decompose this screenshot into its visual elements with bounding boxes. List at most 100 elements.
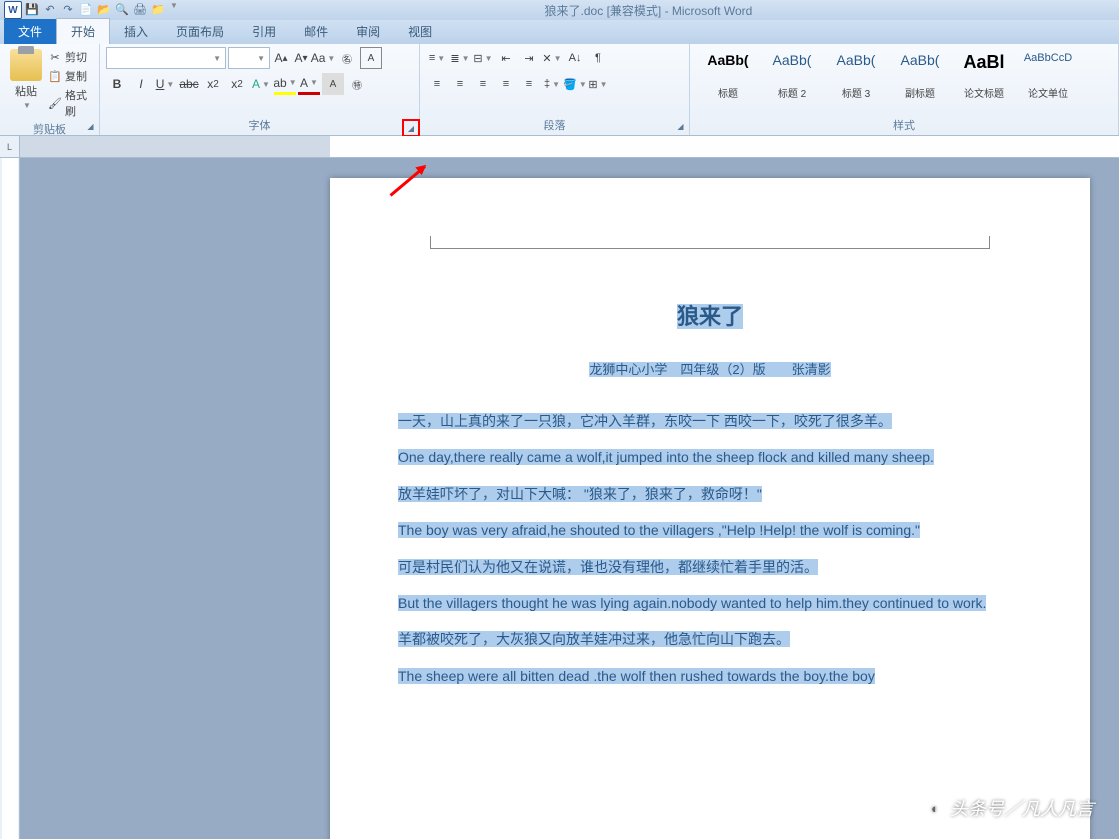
doc-paragraph[interactable]: The boy was very afraid,he shouted to th… xyxy=(370,512,1050,548)
shrink-font-button[interactable]: A▾ xyxy=(292,47,310,69)
document-area: 狼来了 龙狮中心小学 四年级（2）版 张清影 一天，山上真的来了一只狼，它冲入羊… xyxy=(0,158,1119,839)
format-painter-icon: 🖌 xyxy=(48,96,62,110)
subscript-button[interactable]: x2 xyxy=(202,73,224,95)
tab-mailings[interactable]: 邮件 xyxy=(290,19,342,44)
decrease-indent-button[interactable]: ⇤ xyxy=(495,47,517,69)
ruler-horizontal: L xyxy=(0,136,1119,158)
quick-access-toolbar: W 💾 ↶ ↷ 📄 📂 🔍 🖨 📁 ▼ xyxy=(0,1,178,19)
document-viewport[interactable]: 狼来了 龙狮中心小学 四年级（2）版 张清影 一天，山上真的来了一只狼，它冲入羊… xyxy=(20,158,1119,839)
distribute-button[interactable]: ≡ xyxy=(518,73,540,95)
copy-button[interactable]: 📋复制 xyxy=(48,68,93,84)
borders-button[interactable]: ⊞▼ xyxy=(587,73,609,95)
doc-paragraph[interactable]: 羊都被咬死了，大灰狼又向放羊娃冲过来，他急忙向山下跑去。 xyxy=(370,621,1050,657)
bold-button[interactable]: B xyxy=(106,73,128,95)
doc-subtitle[interactable]: 龙狮中心小学 四年级（2）版 张清影 xyxy=(370,353,1050,387)
style-item[interactable]: AaBb(副标题 xyxy=(888,47,952,105)
italic-button[interactable]: I xyxy=(130,73,152,95)
bullets-button[interactable]: ≡▼ xyxy=(426,47,448,69)
multilevel-button[interactable]: ⊟▼ xyxy=(472,47,494,69)
document-body[interactable]: 狼来了 龙狮中心小学 四年级（2）版 张清影 一天，山上真的来了一只狼，它冲入羊… xyxy=(370,288,1050,694)
asian-layout-button[interactable]: ✕▼ xyxy=(541,47,563,69)
group-clipboard: 粘贴 ▼ ✂剪切 📋复制 🖌格式刷 剪贴板 ◢ xyxy=(0,44,100,135)
group-styles: AaBb(标题 AaBb(标题 2 AaBb(标题 3 AaBb(副标题 AaB… xyxy=(690,44,1119,135)
doc-paragraph[interactable]: 可是村民们认为他又在说谎，谁也没有理他，都继续忙着手里的活。 xyxy=(370,549,1050,585)
align-left-button[interactable]: ≡ xyxy=(426,73,448,95)
cut-button[interactable]: ✂剪切 xyxy=(48,49,93,65)
style-item[interactable]: AaBb(标题 2 xyxy=(760,47,824,105)
qat-dropdown-icon[interactable]: ▼ xyxy=(170,1,178,19)
doc-paragraph[interactable]: 放羊娃吓坏了，对山下大喊： "狼来了，狼来了，救命呀！" xyxy=(370,476,1050,512)
text-effects-button[interactable]: A▼ xyxy=(250,73,272,95)
enclose-chars-button[interactable]: ㊕ xyxy=(346,73,368,95)
font-size-combo[interactable]: ▼ xyxy=(228,47,270,69)
print-icon[interactable]: 🖨 xyxy=(132,1,148,17)
watermark-icon: ◐ xyxy=(924,797,946,819)
increase-indent-button[interactable]: ⇥ xyxy=(518,47,540,69)
doc-paragraph[interactable]: One day,there really came a wolf,it jump… xyxy=(370,439,1050,475)
style-item[interactable]: AaBb(标题 3 xyxy=(824,47,888,105)
doc-title[interactable]: 狼来了 xyxy=(370,288,1050,345)
char-border-button[interactable]: A xyxy=(360,47,382,69)
preview-icon[interactable]: 🔍 xyxy=(114,1,130,17)
paste-icon xyxy=(10,49,42,81)
title-bar: W 💾 ↶ ↷ 📄 📂 🔍 🖨 📁 ▼ 狼来了.doc [兼容模式] - Mic… xyxy=(0,0,1119,20)
ruler-h-track[interactable] xyxy=(330,136,1119,157)
paste-dropdown-icon[interactable]: ▼ xyxy=(23,101,31,110)
tab-references[interactable]: 引用 xyxy=(238,19,290,44)
superscript-button[interactable]: x2 xyxy=(226,73,248,95)
show-marks-button[interactable]: ¶ xyxy=(587,47,609,69)
strikethrough-button[interactable]: abc xyxy=(178,73,200,95)
align-center-button[interactable]: ≡ xyxy=(449,73,471,95)
tab-selector[interactable]: L xyxy=(0,136,20,158)
style-item[interactable]: AaBbCcD论文单位 xyxy=(1016,47,1080,105)
tab-file[interactable]: 文件 xyxy=(4,19,56,44)
format-painter-button[interactable]: 🖌格式刷 xyxy=(48,87,93,119)
ribbon-tabs: 文件 开始 插入 页面布局 引用 邮件 审阅 视图 xyxy=(0,20,1119,44)
tab-home[interactable]: 开始 xyxy=(56,18,110,44)
doc-paragraph[interactable]: But the villagers thought he was lying a… xyxy=(370,585,1050,621)
tab-view[interactable]: 视图 xyxy=(394,19,446,44)
ruler-vertical[interactable] xyxy=(0,158,20,839)
style-item[interactable]: AaBl论文标题 xyxy=(952,47,1016,105)
paste-button[interactable]: 粘贴 ▼ xyxy=(6,47,46,112)
underline-button[interactable]: U▼ xyxy=(154,73,176,95)
copy-icon: 📋 xyxy=(48,69,62,83)
style-item[interactable]: AaBb(标题 xyxy=(696,47,760,105)
group-font: ▼ ▼ A▴ A▾ Aa▼ ㊔ A B I U▼ abc x2 x2 A▼ ab… xyxy=(100,44,420,135)
tab-review[interactable]: 审阅 xyxy=(342,19,394,44)
app-icon: W xyxy=(4,1,22,19)
shading-button[interactable]: 🪣▼ xyxy=(564,73,586,95)
group-paragraph: ≡▼ ≣▼ ⊟▼ ⇤ ⇥ ✕▼ A↓ ¶ ≡ ≡ ≡ ≡ ≡ ‡▼ 🪣▼ ⊞▼ … xyxy=(420,44,690,135)
new-icon[interactable]: 📄 xyxy=(78,1,94,17)
phonetic-guide-button[interactable]: ㊔ xyxy=(336,47,358,69)
font-name-combo[interactable]: ▼ xyxy=(106,47,226,69)
undo-icon[interactable]: ↶ xyxy=(42,1,58,17)
document-page[interactable]: 狼来了 龙狮中心小学 四年级（2）版 张清影 一天，山上真的来了一只狼，它冲入羊… xyxy=(330,178,1090,839)
justify-button[interactable]: ≡ xyxy=(495,73,517,95)
doc-paragraph[interactable]: The sheep were all bitten dead .the wolf… xyxy=(370,658,1050,694)
font-dialog-launcher[interactable]: ◢ xyxy=(402,119,420,137)
clipboard-dialog-launcher[interactable]: ◢ xyxy=(84,120,97,133)
window-title: 狼来了.doc [兼容模式] - Microsoft Word xyxy=(178,2,1119,19)
char-shading-button[interactable]: A xyxy=(322,73,344,95)
line-spacing-button[interactable]: ‡▼ xyxy=(541,73,563,95)
cut-icon: ✂ xyxy=(48,50,62,64)
highlight-button[interactable]: ab▼ xyxy=(274,73,296,95)
redo-icon[interactable]: ↷ xyxy=(60,1,76,17)
save-icon[interactable]: 💾 xyxy=(24,1,40,17)
font-color-button[interactable]: A▼ xyxy=(298,73,320,95)
numbering-button[interactable]: ≣▼ xyxy=(449,47,471,69)
open-icon[interactable]: 📂 xyxy=(96,1,112,17)
tab-insert[interactable]: 插入 xyxy=(110,19,162,44)
paragraph-dialog-launcher[interactable]: ◢ xyxy=(674,120,687,133)
folder-icon[interactable]: 📁 xyxy=(150,1,166,17)
ribbon: 粘贴 ▼ ✂剪切 📋复制 🖌格式刷 剪贴板 ◢ ▼ ▼ A▴ A▾ Aa▼ ㊔ … xyxy=(0,44,1119,136)
styles-gallery[interactable]: AaBb(标题 AaBb(标题 2 AaBb(标题 3 AaBb(副标题 AaB… xyxy=(696,47,1080,109)
align-right-button[interactable]: ≡ xyxy=(472,73,494,95)
sort-button[interactable]: A↓ xyxy=(564,47,586,69)
change-case-button[interactable]: Aa▼ xyxy=(312,47,334,69)
watermark: ◐ 头条号／凡人凡言 xyxy=(924,795,1094,821)
tab-layout[interactable]: 页面布局 xyxy=(162,19,238,44)
grow-font-button[interactable]: A▴ xyxy=(272,47,290,69)
doc-paragraph[interactable]: 一天，山上真的来了一只狼，它冲入羊群，东咬一下 西咬一下，咬死了很多羊。 xyxy=(370,403,1050,439)
